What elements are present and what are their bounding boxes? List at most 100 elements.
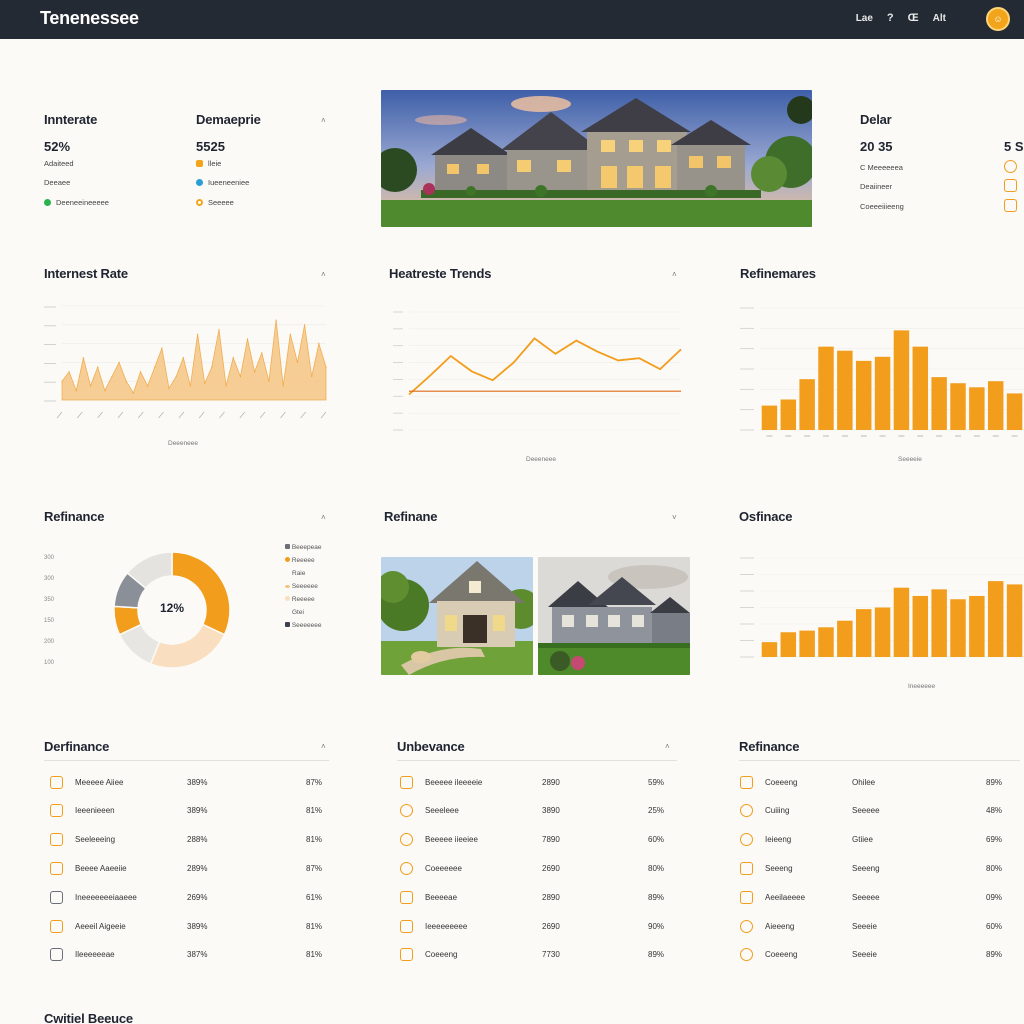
table-row[interactable]: Coeeeng 7730 89% [400,945,680,965]
row-icon [50,919,63,933]
table1-title: Derfinance [44,739,110,754]
row-percent: 87% [306,863,323,873]
area-point [246,338,249,340]
bar [950,383,966,430]
table-row[interactable]: Ieeenieeen 389% 81% [50,801,330,821]
x-tick-mark [280,411,286,419]
row-name: Coeeeng [765,950,798,960]
table-row[interactable]: Ileeeeeeae 387% 81% [50,945,330,965]
row-percent: 81% [306,950,323,960]
table-row[interactable]: Beeee Aaeeiie 289% 87% [50,858,330,878]
row-name: Seeeng [765,863,793,873]
trends-x-caption: Deeeneee [526,456,556,463]
stat-b-line2-text: Iueeneeniee [208,178,250,187]
donut-legend: Beeepeae Reeeee Raie Seeeeee Reeeee Gtei… [285,544,321,629]
row-name: Beeeee iieeiee [425,835,478,845]
row-name: Seeeleee [425,806,459,816]
table-row[interactable]: Beeeee ileeeeie 2890 59% [400,772,680,792]
chevron-down-icon[interactable]: ˅ [672,513,677,522]
row-icon [50,833,63,847]
area-point [289,333,291,335]
row-icon [50,890,63,904]
chevron-up-icon[interactable]: ˄ [672,270,677,279]
stat-b-line2: Iueeneeniee [196,178,249,187]
table-row[interactable]: Aeeilaeeee Seeeee 09% [740,887,1020,907]
stat-b-line1-text: lleie [208,159,222,168]
osfinace-bar-chart [740,557,1024,658]
bar [780,632,797,657]
blue-dot-icon [196,179,203,186]
table-row[interactable]: Seeleeeing 288% 81% [50,830,330,850]
row-name: Coeeeeee [425,863,462,873]
chevron-up-icon[interactable]: ˄ [321,742,326,751]
table-row[interactable]: Ineeeeeeeiaaeee 269% 61% [50,887,330,907]
chevron-up-icon[interactable]: ˄ [321,513,326,522]
area-point [211,366,213,368]
area-point [161,347,163,349]
row-name: Ileeeeeeae [75,950,115,960]
x-tick-mark [138,411,144,419]
row-icon [400,948,413,962]
nav-item-alt[interactable]: Alt [933,13,946,24]
stat-c-line1-text: C Meeeeeea [860,163,903,172]
row-percent: 61% [306,892,323,902]
area-point [232,357,234,359]
divider [739,760,1020,761]
x-tick-mark [320,411,327,419]
row-value: 7730 [542,950,560,960]
table-row[interactable]: Ieieeng Gtiiee 69% [740,830,1020,850]
top-nav: Lae ? Œ Alt [856,12,946,24]
table-row[interactable]: Seeeng Seeeng 80% [740,858,1020,878]
stat-a-value: 52% [44,139,71,154]
area-point [111,375,113,378]
stat-b-line3-text: Seeeee [208,198,234,207]
table-row[interactable]: Coeeeng Seeeie 89% [740,945,1020,965]
table-row[interactable]: Aieeeng Seeeie 60% [740,916,1020,936]
chevron-up-icon[interactable]: ˄ [321,116,326,125]
area-point [296,361,299,363]
osfinace-title: Osfinace [739,509,793,524]
legend-swatch [285,557,290,562]
table-row[interactable]: Seeeleee 3890 25% [400,801,680,821]
bar [969,387,985,430]
chevron-up-icon[interactable]: ˄ [321,270,326,279]
table-row[interactable]: Meeeee Aiiee 389% 87% [50,772,330,792]
legend-item: Beeepeae [285,544,321,551]
stat-a-title: Innterate [44,112,98,127]
row-icon [50,861,63,875]
donut-ytick: 100 [44,660,55,666]
avatar[interactable]: ☺ [986,7,1010,31]
bar [987,381,1004,430]
table-row[interactable]: Ieeeeeeeee 2690 90% [400,916,680,936]
table-row[interactable]: Coeeeeee 2690 80% [400,858,680,878]
row-icon [50,775,63,789]
row-value: 288% [187,835,208,845]
area-point [282,385,284,387]
table2-title: Unbevance [397,739,465,754]
x-tick-mark [239,411,245,419]
table-row[interactable]: Coeeeng Ohilee 89% [740,772,1020,792]
help-icon[interactable]: ? [887,12,894,24]
stat-c-line3-text: Coeeeiiieeng [860,202,904,211]
row-name: Ieeeeeeeee [425,921,468,931]
nav-item-lae[interactable]: Lae [856,13,873,24]
divider [397,760,677,761]
row-name: Ieieeng [765,835,792,845]
table-row[interactable]: Aeeeil Aigeeie 389% 81% [50,916,330,936]
table-row[interactable]: Beeeee iieeiee 7890 60% [400,830,680,850]
chevron-up-icon[interactable]: ˄ [665,742,670,751]
row-percent: 80% [986,863,1003,873]
row-name: Aeeeil Aigeeie [75,921,126,931]
row-icon [400,861,413,875]
bar [987,581,1004,657]
row-value: 389% [187,921,208,931]
legend-swatch [285,585,290,588]
stat-a-line3: Deeneeineeeee [44,198,109,207]
settings-icon[interactable]: Œ [908,12,919,24]
area-point [268,380,270,382]
table-row[interactable]: Cuiiing Seeeee 48% [740,801,1020,821]
area-point [75,390,77,392]
refinance-bars-title: Refinemares [740,266,816,281]
table-row[interactable]: Beeeeae 2890 89% [400,887,680,907]
row-icon [400,833,413,847]
